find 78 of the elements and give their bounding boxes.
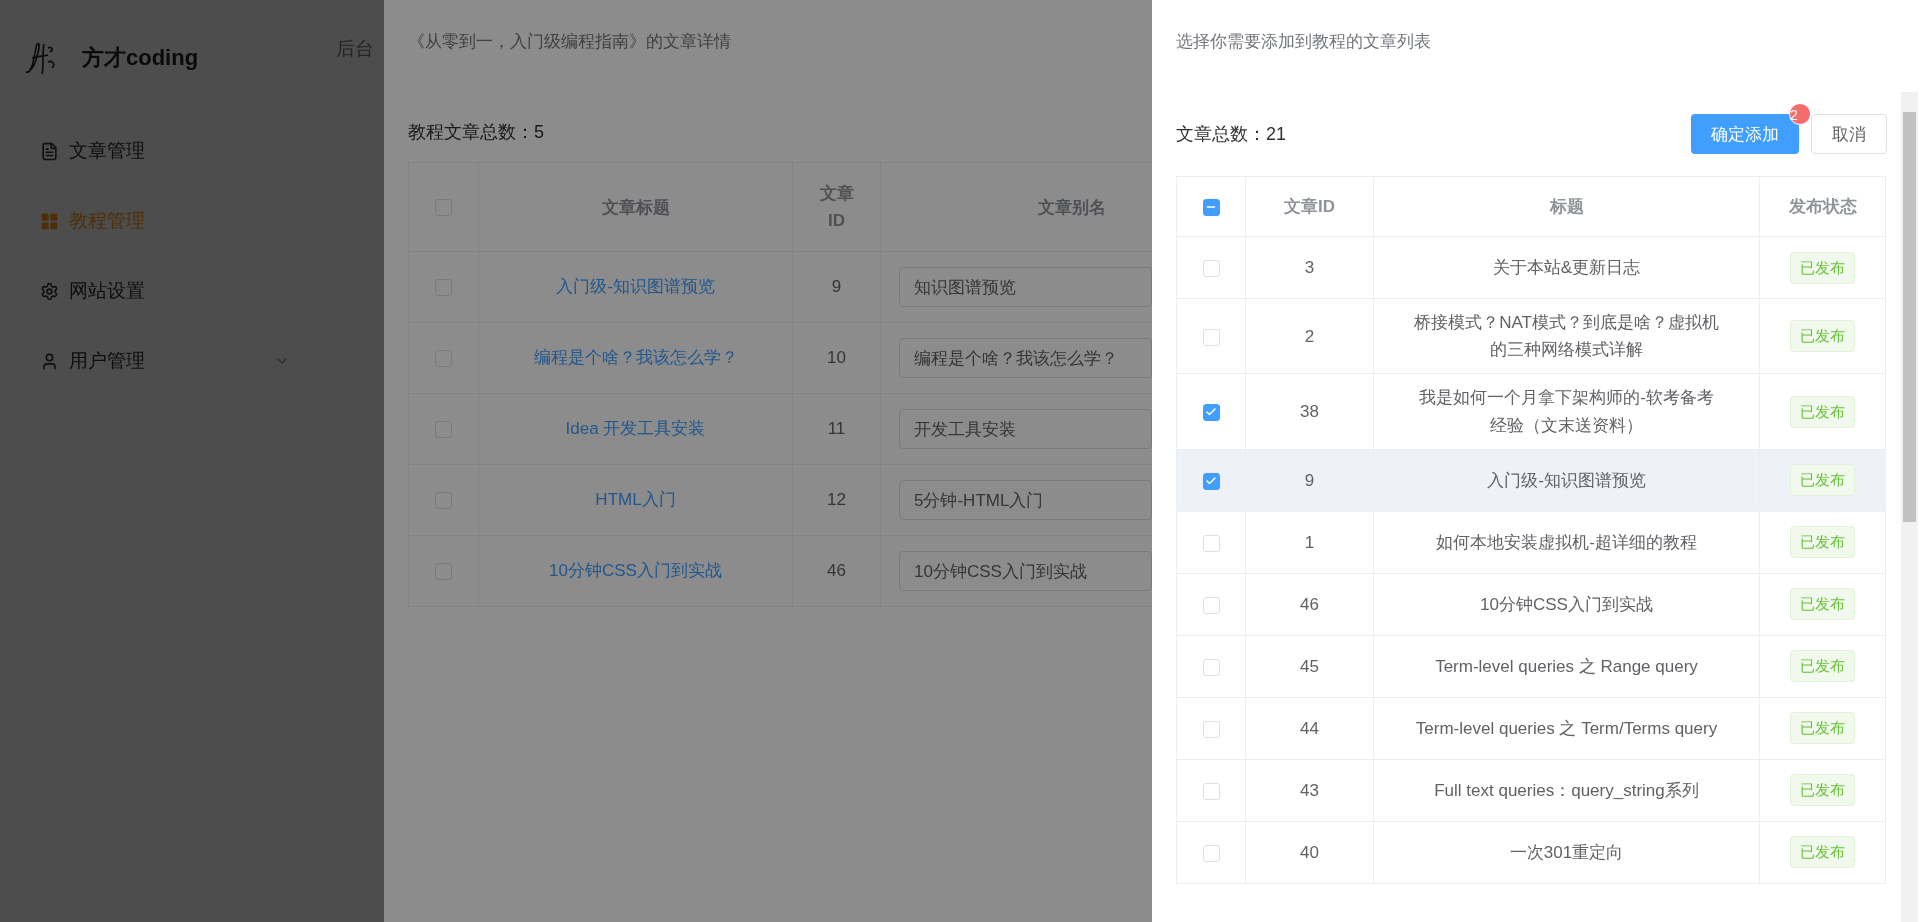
status-tag: 已发布 [1790, 774, 1855, 807]
table-cell: 9 [1245, 449, 1374, 512]
table-cell: 40 [1245, 821, 1374, 884]
table-row[interactable]: 45 Term-level queries 之 Range query 已发布 [1176, 635, 1886, 698]
status-tag: 已发布 [1790, 320, 1855, 353]
document-icon [40, 141, 59, 161]
table-cell: 入门级-知识图谱预览 [1373, 449, 1760, 512]
table-row[interactable]: 38 我是如何一个月拿下架构师的-软考备考经验（文末送资料） 已发布 [1176, 373, 1886, 450]
table-row[interactable]: 44 Term-level queries 之 Term/Terms query 已发布 [1176, 697, 1886, 760]
table-cell: Term-level queries 之 Range query [1373, 635, 1760, 698]
table-cell: 11 [792, 393, 881, 465]
table-cell: 43 [1245, 759, 1374, 822]
column-header: 标题 [1373, 176, 1760, 237]
table-cell: Term-level queries 之 Term/Terms query [1373, 697, 1760, 760]
table-cell: 9 [792, 251, 881, 323]
article-title-link[interactable]: HTML入门 [595, 490, 676, 510]
table-cell: 如何本地安装虚拟机-超详细的教程 [1373, 511, 1760, 574]
alias-input-field[interactable]: 开发工具安装 [899, 409, 1152, 449]
article-title-link[interactable]: 入门级-知识图谱预览 [556, 277, 715, 297]
settings-icon [40, 281, 59, 301]
table-row[interactable]: 3 关于本站&更新日志 已发布 [1176, 236, 1886, 299]
status-tag: 已发布 [1790, 526, 1855, 559]
column-header: 文章ID [792, 162, 881, 252]
status-tag: 已发布 [1790, 251, 1855, 284]
article-title-link[interactable]: 10分钟CSS入门到实战 [549, 561, 722, 581]
status-tag: 已发布 [1790, 464, 1855, 497]
table-cell: 46 [1245, 573, 1374, 636]
table-cell: 10分钟CSS入门到实战 [1373, 573, 1760, 636]
table-row[interactable]: 46 10分钟CSS入门到实战 已发布 [1176, 573, 1886, 636]
column-header: 文章标题 [478, 162, 793, 252]
scrollbar[interactable] [1901, 92, 1918, 922]
user-icon [40, 351, 59, 371]
alias-input-field[interactable]: 知识图谱预览 [899, 267, 1152, 307]
menu-item[interactable]: 文章管理 [0, 116, 330, 186]
status-tag: 已发布 [1790, 650, 1855, 683]
grid-icon [40, 211, 59, 231]
drawer-title: 选择你需要添加到教程的文章列表 [1176, 31, 1431, 53]
checkbox[interactable] [1202, 198, 1220, 216]
checkbox[interactable] [1202, 404, 1220, 421]
article-title-link[interactable]: Idea 开发工具安装 [565, 419, 706, 439]
table-cell: 2 [1245, 298, 1374, 374]
menu-item[interactable]: 用户管理 [0, 326, 330, 396]
table-cell: 10 [792, 322, 881, 394]
article-title-link[interactable]: 编程是个啥？我该怎么学？ [533, 348, 738, 368]
table-cell: 46 [792, 535, 881, 607]
column-header: 文章ID [1245, 176, 1374, 237]
table-cell: 45 [1245, 635, 1374, 698]
table-row[interactable]: 43 Full text queries：query_string系列 已发布 [1176, 759, 1886, 822]
table-cell: 12 [792, 464, 881, 536]
cancel-button[interactable]: 取消 [1811, 114, 1887, 154]
table-row[interactable]: 40 一次301重定向 已发布 [1176, 821, 1886, 884]
table-cell: 44 [1245, 697, 1374, 760]
table-cell: 38 [1245, 373, 1374, 450]
alias-input-field[interactable]: 5分钟-HTML入门 [899, 480, 1152, 520]
brand-name: 方才coding [82, 44, 199, 72]
checkbox[interactable] [1202, 472, 1220, 490]
table-cell: 3 [1245, 236, 1374, 299]
table-cell: 1 [1245, 511, 1374, 574]
menu-item[interactable]: 网站设置 [0, 256, 330, 326]
alias-input-field[interactable]: 10分钟CSS入门到实战 [899, 551, 1152, 591]
status-tag: 已发布 [1790, 836, 1855, 869]
drawer-title: 《从零到一，入门级编程指南》的文章详情 [408, 31, 731, 53]
count-badge: 2 [1789, 103, 1811, 125]
table-cell: 桥接模式？NAT模式？到底是啥？虚拟机的三种网络模式详解 [1373, 298, 1760, 374]
table-row[interactable]: 2 桥接模式？NAT模式？到底是啥？虚拟机的三种网络模式详解 已发布 [1176, 298, 1886, 374]
status-tag: 已发布 [1790, 712, 1855, 745]
table-cell: Full text queries：query_string系列 [1373, 759, 1760, 822]
table-row[interactable]: 1 如何本地安装虚拟机-超详细的教程 已发布 [1176, 511, 1886, 574]
table-row[interactable]: 9 入门级-知识图谱预览 已发布 [1176, 449, 1886, 512]
table-cell: 关于本站&更新日志 [1373, 236, 1760, 299]
status-tag: 已发布 [1790, 395, 1855, 428]
alias-input-field[interactable]: 编程是个啥？我该怎么学？ [899, 338, 1152, 378]
table-cell: 我是如何一个月拿下架构师的-软考备考经验（文末送资料） [1373, 373, 1760, 450]
article-count: 教程文章总数：5 [408, 121, 544, 144]
status-tag: 已发布 [1790, 588, 1855, 621]
column-header: 发布状态 [1759, 176, 1886, 237]
table-cell: 一次301重定向 [1373, 821, 1760, 884]
article-count: 文章总数：21 [1176, 123, 1287, 146]
